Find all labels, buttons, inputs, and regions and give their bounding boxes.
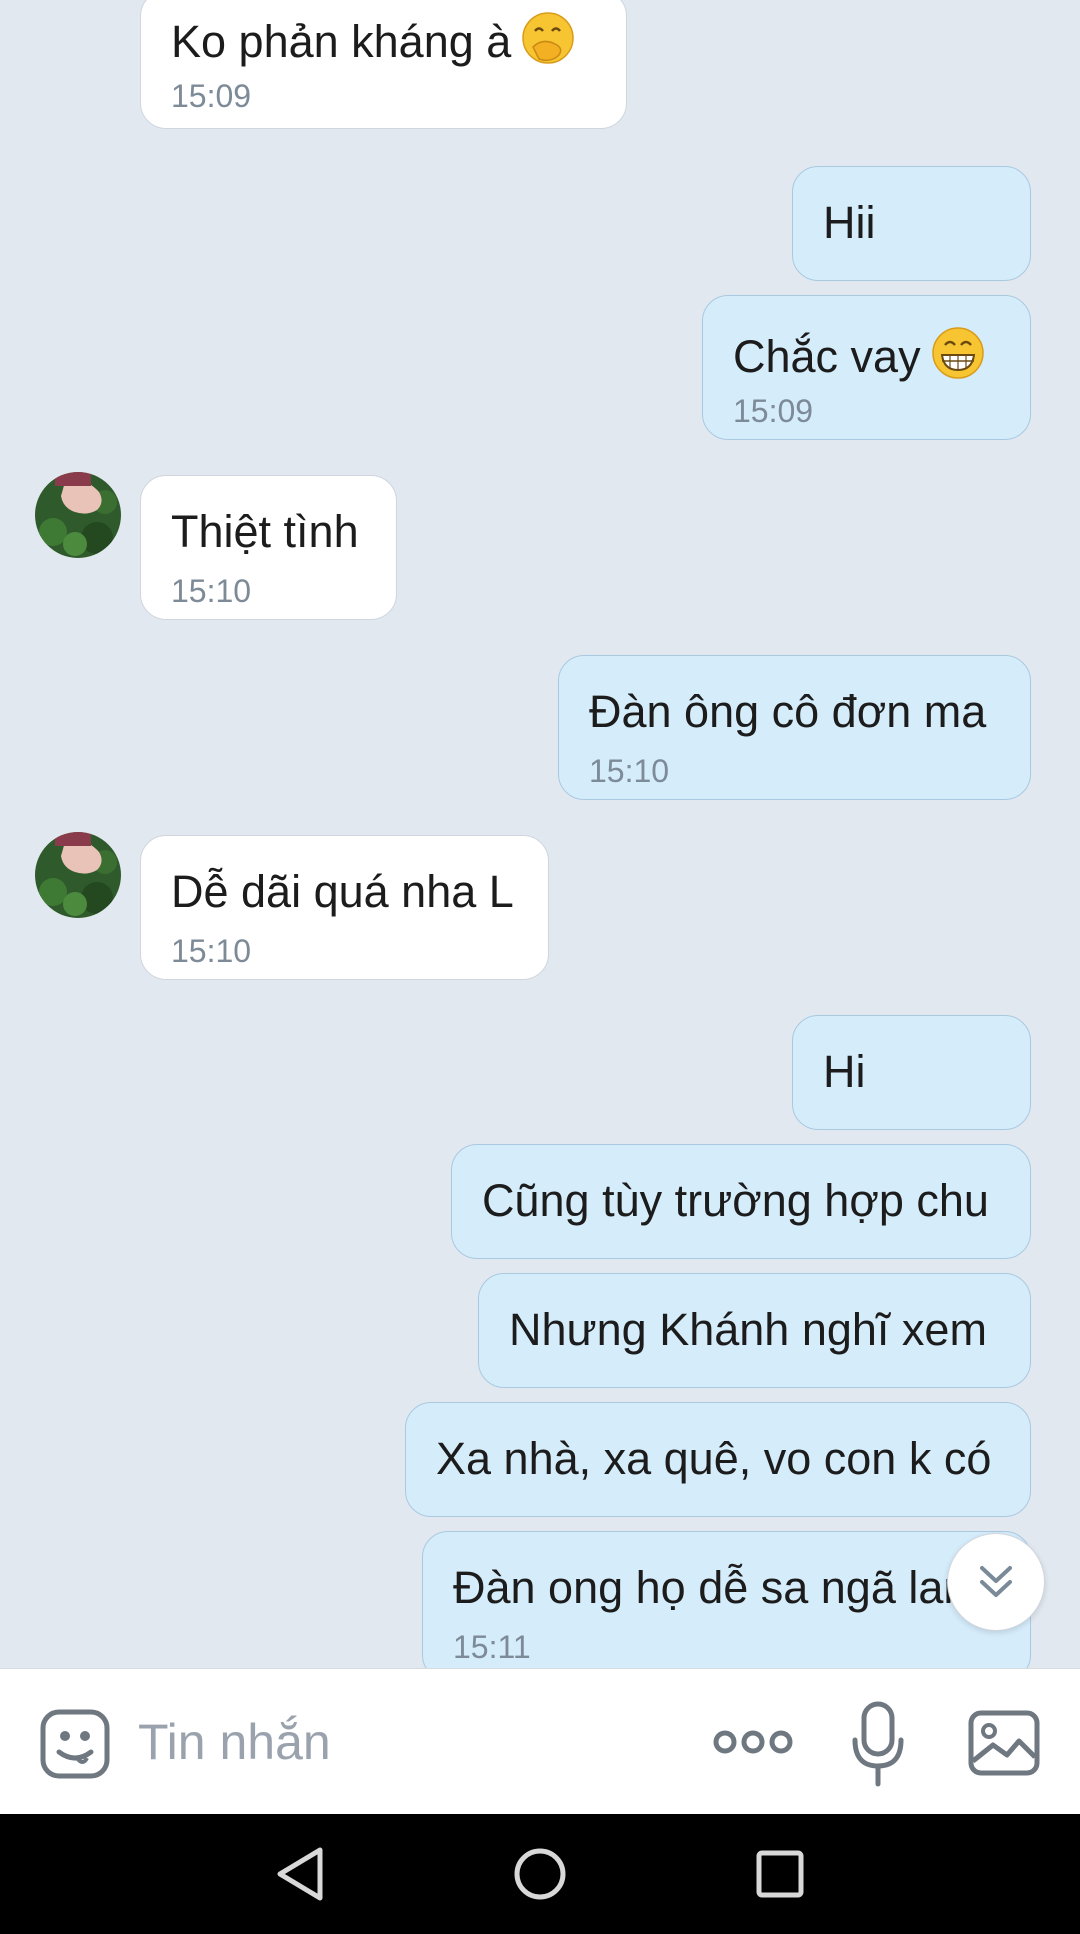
grinning-emoji	[931, 327, 984, 379]
navigation-bar	[0, 1814, 1080, 1934]
message-text: Hi	[823, 1046, 866, 1097]
message-time: 15:09	[171, 78, 252, 114]
back-button[interactable]	[260, 1834, 340, 1914]
message-bubble-outgoing[interactable]: Đàn ông cô đơn ma 15:10	[558, 655, 1031, 800]
home-icon	[514, 1848, 566, 1900]
sticker-icon	[40, 1709, 110, 1779]
message-bubble-outgoing[interactable]: Đàn ong họ dễ sa ngã lam 15:11	[422, 1531, 1031, 1668]
chat-area[interactable]: Ko phản kháng à 15:09 Hii Chắc vay 15:09…	[0, 0, 1080, 1668]
message-bubble-outgoing[interactable]: Xa nhà, xa quê, vo con k có	[405, 1402, 1031, 1517]
message-time: 15:10	[171, 933, 252, 969]
message-time: 15:10	[589, 753, 670, 789]
message-text: Dễ dãi quá nha L	[171, 866, 514, 917]
message-bubble-incoming[interactable]: Thiệt tình 15:10	[140, 475, 397, 620]
hand-over-mouth-emoji	[522, 12, 575, 64]
message-bubble-outgoing[interactable]: Cũng tùy trường hợp chu	[451, 1144, 1031, 1259]
message-text: Ko phản kháng à	[171, 11, 575, 68]
message-text: Thiệt tình	[171, 506, 359, 557]
message-text: Đàn ong họ dễ sa ngã lam	[453, 1562, 981, 1613]
message-text: Xa nhà, xa quê, vo con k có	[436, 1433, 992, 1484]
message-text: Nhưng Khánh nghĩ xem	[509, 1304, 987, 1355]
message-time: 15:09	[733, 393, 814, 429]
sticker-button[interactable]	[38, 1707, 112, 1781]
message-bubble-outgoing[interactable]: Chắc vay 15:09	[702, 295, 1031, 440]
recents-button[interactable]	[740, 1834, 820, 1914]
scroll-to-bottom-button[interactable]	[947, 1533, 1045, 1631]
home-button[interactable]	[500, 1834, 580, 1914]
more-button[interactable]	[708, 1717, 798, 1767]
message-bubble-incoming[interactable]: Ko phản kháng à 15:09	[140, 0, 627, 129]
message-bubble-incoming[interactable]: Dễ dãi quá nha L 15:10	[140, 835, 549, 980]
back-icon	[277, 1847, 323, 1901]
recents-icon	[756, 1850, 804, 1898]
double-chevron-down-icon	[980, 1566, 1012, 1597]
image-icon	[968, 1710, 1040, 1776]
avatar[interactable]	[35, 472, 121, 558]
voice-button[interactable]	[848, 1699, 908, 1789]
message-bubble-outgoing[interactable]: Nhưng Khánh nghĩ xem	[478, 1273, 1031, 1388]
microphone-icon	[852, 1701, 904, 1787]
message-text: Chắc vay	[733, 326, 985, 383]
message-text: Hii	[823, 197, 876, 248]
message-text: Cũng tùy trường hợp chu	[482, 1175, 989, 1226]
message-bubble-outgoing[interactable]: Hii	[792, 166, 1031, 281]
avatar[interactable]	[35, 832, 121, 918]
image-button[interactable]	[966, 1707, 1042, 1779]
message-time: 15:11	[453, 1629, 531, 1665]
message-bubble-outgoing[interactable]: Hi	[792, 1015, 1031, 1130]
more-icon	[713, 1730, 793, 1754]
composer-bar	[0, 1668, 1080, 1814]
message-input[interactable]	[138, 1707, 678, 1777]
message-text: Đàn ông cô đơn ma	[589, 686, 987, 737]
message-time: 15:10	[171, 573, 252, 609]
